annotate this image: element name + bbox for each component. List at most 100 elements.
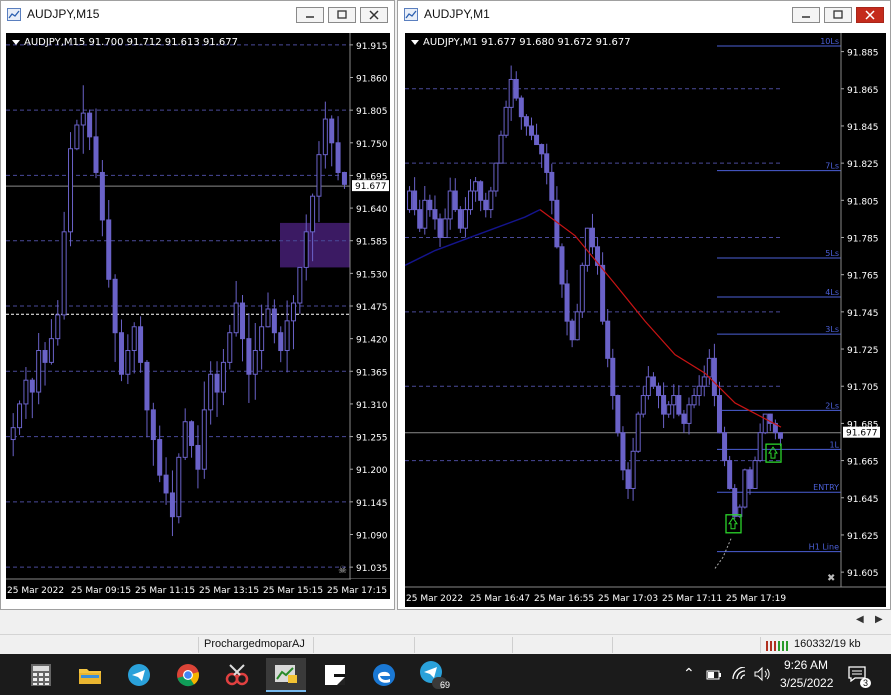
price-tick-label: 91.705 <box>847 383 879 393</box>
maximize-button[interactable] <box>824 7 852 23</box>
candle-body <box>157 439 163 476</box>
candle-body <box>427 199 433 211</box>
price-tick-label: 91.475 <box>356 303 388 313</box>
telegram-icon[interactable] <box>119 658 159 692</box>
candle-body <box>131 326 137 352</box>
clock-time[interactable]: 9:26 AM <box>784 658 828 672</box>
close-icon <box>369 10 379 20</box>
candle-body <box>650 376 656 387</box>
candle-body <box>671 395 677 406</box>
buy-arrow-box <box>765 443 782 463</box>
minimize-button[interactable] <box>792 7 820 23</box>
price-tick-label: 91.645 <box>847 495 879 505</box>
candle-body <box>163 474 169 494</box>
candle-body <box>478 181 484 201</box>
candle-body <box>569 320 575 341</box>
candle-body <box>462 209 468 229</box>
candle-body <box>48 338 54 363</box>
candle-body <box>442 218 448 238</box>
candle-body <box>518 97 524 118</box>
price-tick-label: 91.765 <box>847 272 879 282</box>
current-price-label: 91.677 <box>355 182 387 192</box>
close-button[interactable] <box>360 7 388 23</box>
candle-body <box>316 154 322 197</box>
notification-count: 3 <box>860 678 872 688</box>
price-tick-label: 91.845 <box>847 123 879 133</box>
candle-body <box>259 326 265 352</box>
candle-body <box>412 190 418 211</box>
buy-arrow-icon <box>768 446 778 459</box>
window-title: AUDJPY,M1 <box>424 7 490 21</box>
edge-icon[interactable] <box>364 658 404 692</box>
candle-body <box>716 395 722 434</box>
snipping-tool-icon[interactable] <box>217 658 257 692</box>
candle-body <box>630 450 636 489</box>
scroll-right-arrow[interactable]: ▶ <box>875 614 883 625</box>
time-tick-label: 25 Mar 09:15 <box>71 586 131 596</box>
price-chart-m1[interactable]: AUDJPY,M1 91.677 91.680 91.672 91.677 10… <box>405 33 886 607</box>
crosshair-icon: ✖ <box>827 573 835 584</box>
candle-body <box>493 162 499 192</box>
clock-date[interactable]: 3/25/2022 <box>780 676 833 690</box>
price-tick-label: 91.200 <box>356 466 388 476</box>
candle-body <box>329 118 335 144</box>
connection-bars-icon <box>766 641 788 651</box>
calculator-icon[interactable] <box>21 658 61 692</box>
candle-body <box>610 357 616 397</box>
price-tick-label: 91.145 <box>356 499 388 509</box>
chart-window-m15[interactable]: AUDJPY,M15 AUDJPY,M15 91.700 91.712 91.6… <box>0 0 395 610</box>
metatrader-icon[interactable] <box>266 658 306 692</box>
price-tick-label: 91.090 <box>356 531 388 541</box>
minimize-icon <box>306 16 314 18</box>
close-button[interactable] <box>856 7 884 23</box>
show-hidden-icons-chevron-icon[interactable]: ⌃ <box>683 665 695 682</box>
candle-body <box>290 302 296 322</box>
candle-body <box>80 112 86 126</box>
price-tick-label: 91.640 <box>356 205 388 215</box>
candle-body <box>10 427 16 441</box>
candle-body <box>549 171 555 201</box>
candle-body <box>483 199 489 211</box>
level-label: ENTRY <box>813 483 839 492</box>
sticky-notes-icon[interactable] <box>315 658 355 692</box>
price-tick-label: 91.745 <box>847 309 879 319</box>
candle-body <box>747 469 753 489</box>
telegram-badge-icon[interactable]: 69 <box>413 658 453 692</box>
candle-body <box>686 404 692 424</box>
chart-canvas[interactable]: 91.91591.86091.80591.75091.69591.64091.5… <box>6 33 390 599</box>
symbol-ohlc-label[interactable]: AUDJPY,M15 91.700 91.712 91.613 91.677 <box>12 37 238 48</box>
battery-plug-icon[interactable] <box>706 667 722 681</box>
time-tick-label: 25 Mar 2022 <box>406 594 463 604</box>
scroll-left-arrow[interactable]: ◀ <box>856 614 864 625</box>
volume-icon[interactable] <box>753 666 771 682</box>
price-tick-label: 91.365 <box>356 368 388 378</box>
minimize-button[interactable] <box>296 7 324 23</box>
chart-window-m1[interactable]: AUDJPY,M1 AUDJPY,M1 91.677 91.680 91.672… <box>397 0 891 610</box>
wifi-icon[interactable] <box>731 667 747 681</box>
candle-body <box>579 264 585 313</box>
chart-window-icon <box>404 7 418 21</box>
candle-body <box>182 421 188 458</box>
level-label: 7Ls <box>825 162 839 171</box>
chrome-icon[interactable] <box>168 658 208 692</box>
candle-body <box>29 379 35 393</box>
candle-body <box>214 373 220 393</box>
price-tick-label: 91.035 <box>356 564 388 574</box>
current-price-label: 91.677 <box>846 429 878 439</box>
candle-body <box>17 403 23 429</box>
candle-body <box>23 379 29 405</box>
candle-body <box>661 395 667 415</box>
maximize-button[interactable] <box>328 7 356 23</box>
price-chart-m15[interactable]: AUDJPY,M15 91.700 91.712 91.613 91.677 9… <box>6 33 390 599</box>
candle-body <box>589 227 595 248</box>
time-tick-label: 25 Mar 11:15 <box>135 586 195 596</box>
candle-body <box>138 326 144 363</box>
file-explorer-icon[interactable] <box>70 658 110 692</box>
price-tick-label: 91.860 <box>356 75 388 85</box>
price-tick-label: 91.865 <box>847 86 879 96</box>
time-tick-label: 25 Mar 15:15 <box>263 586 323 596</box>
symbol-ohlc-label[interactable]: AUDJPY,M1 91.677 91.680 91.672 91.677 <box>411 37 631 48</box>
candle-body <box>447 190 453 220</box>
candle-body <box>691 395 697 406</box>
chart-canvas[interactable]: 10Ls 7Ls 5Ls 4Ls 3Ls 2Ls 1L ENTRY H1 Line 91.885 9… <box>405 33 886 607</box>
